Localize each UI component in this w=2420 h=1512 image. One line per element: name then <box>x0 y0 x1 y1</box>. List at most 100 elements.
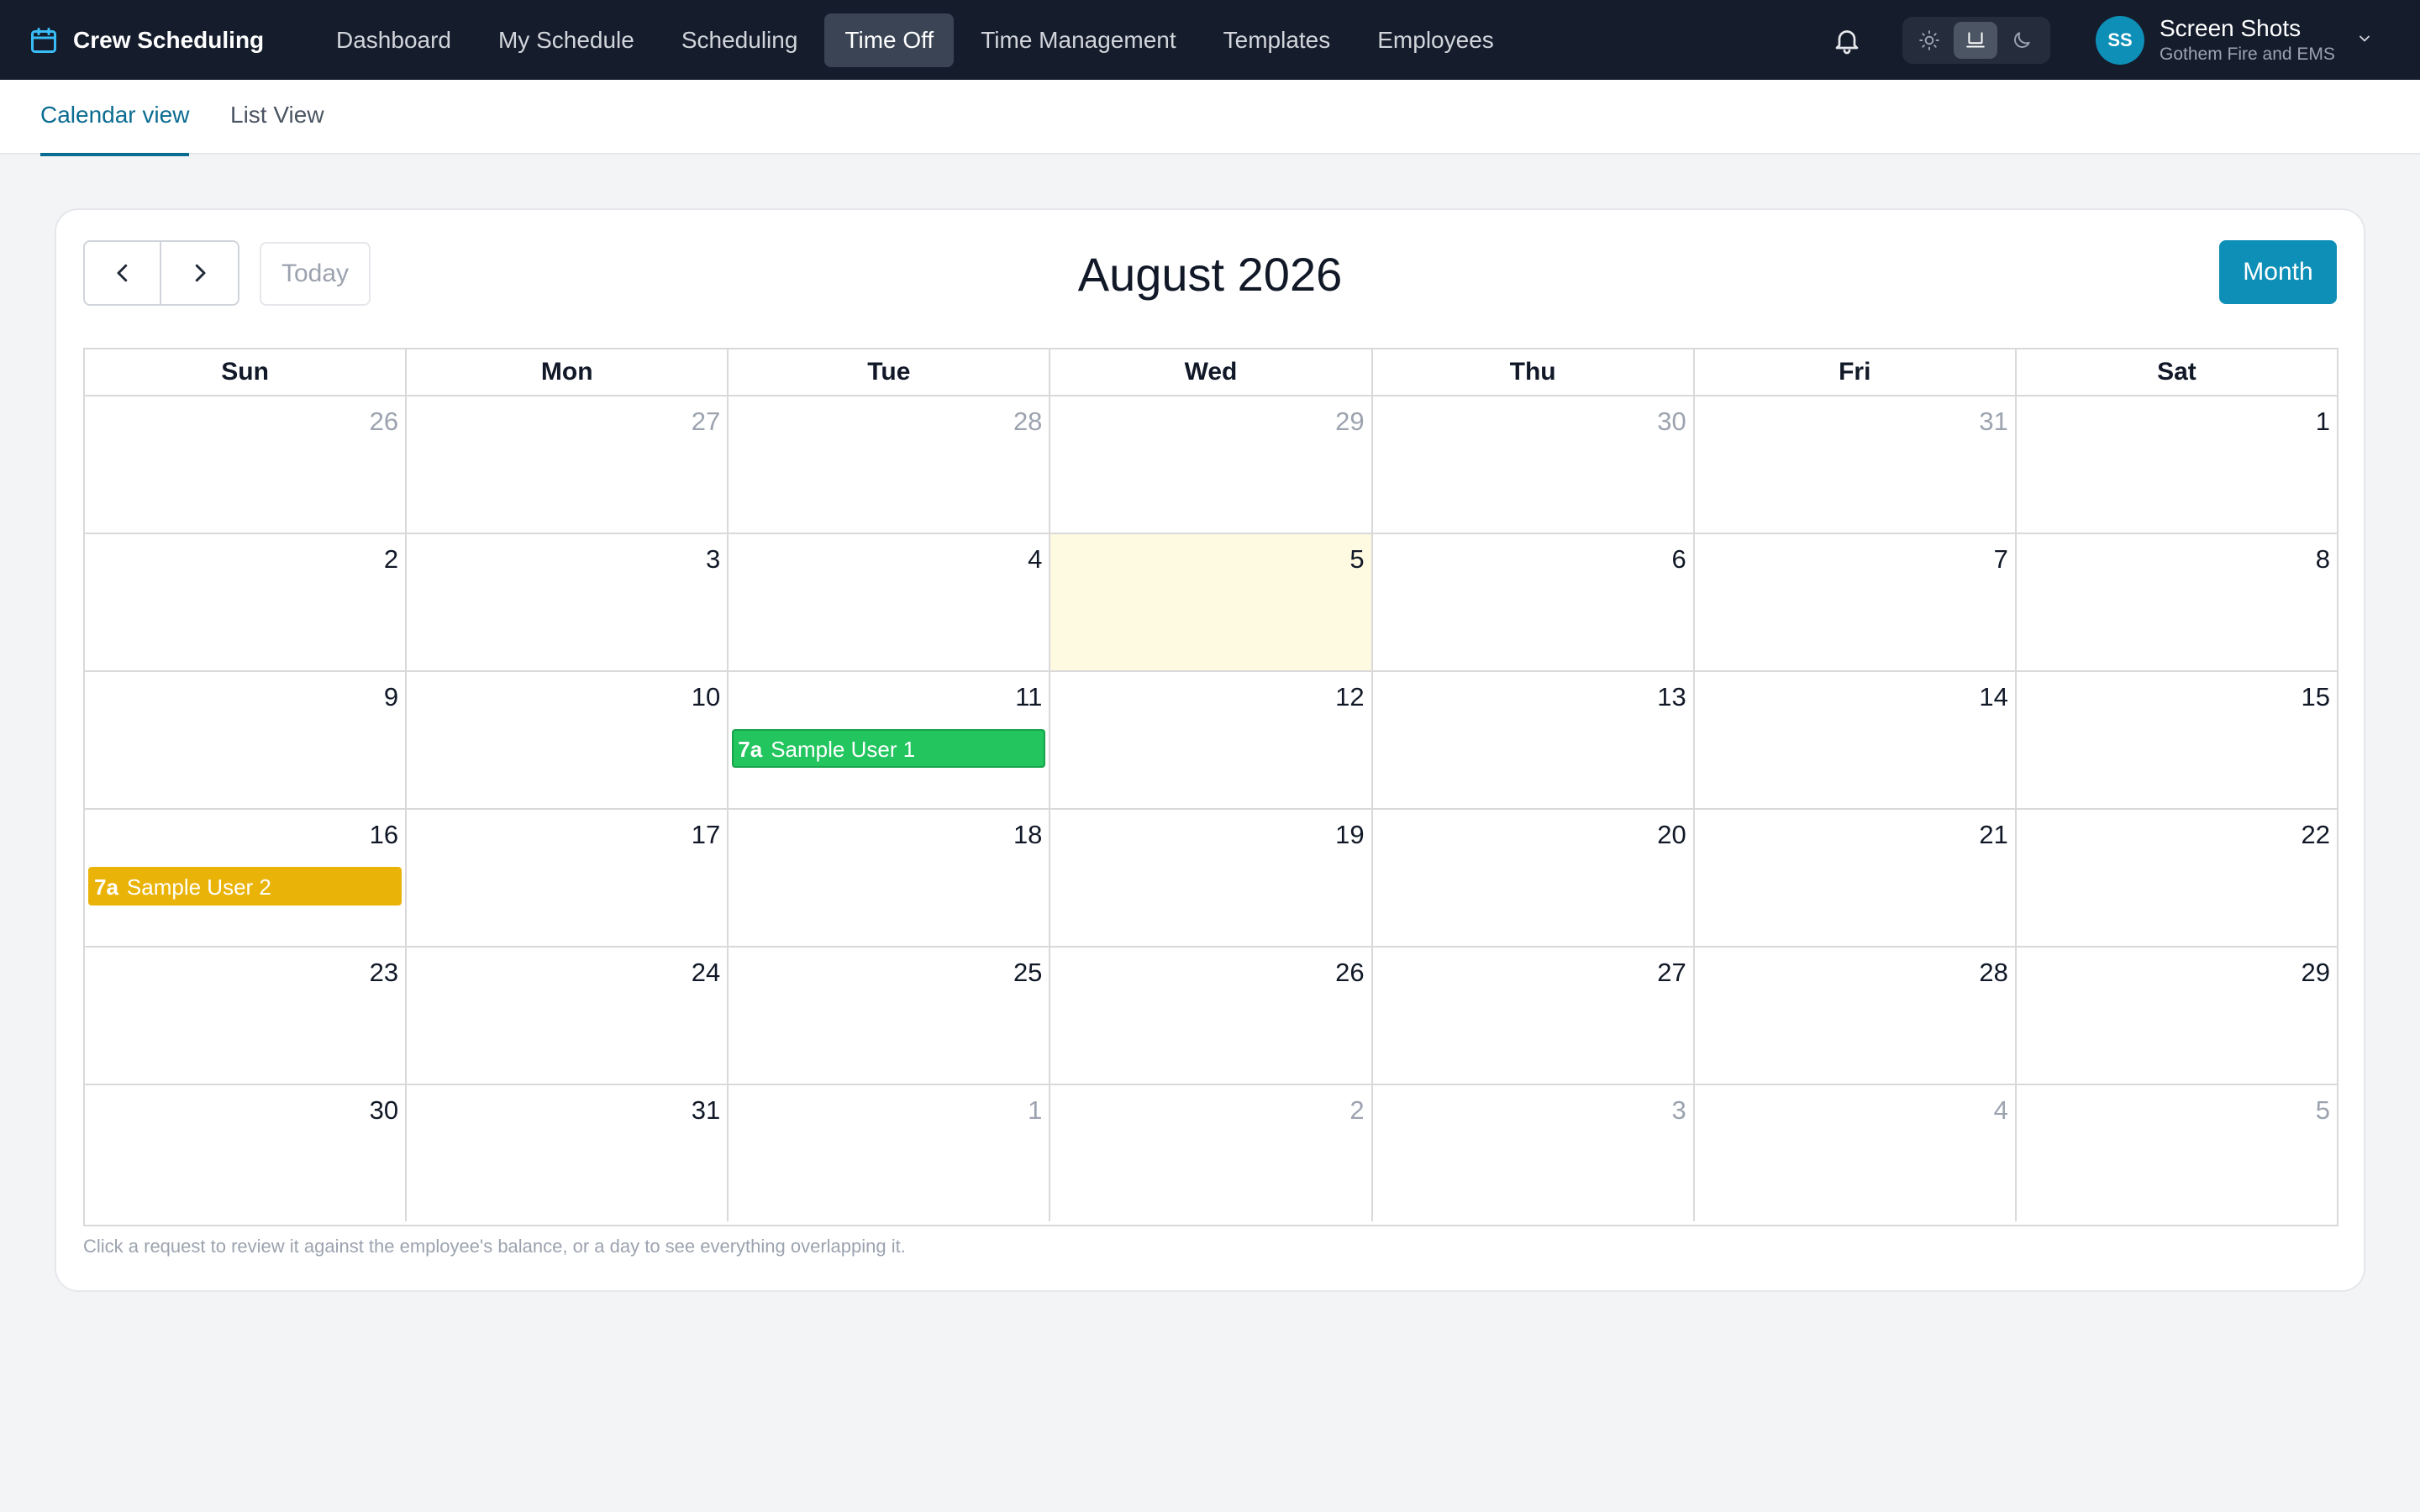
top-navbar: Crew Scheduling Dashboard My Schedule Sc… <box>0 0 2420 80</box>
theme-toggle <box>1902 17 2050 64</box>
day-cell[interactable]: 25 <box>729 948 1051 1084</box>
week-row: 16 7a Sample User 2 17 18 19 20 21 22 <box>85 810 2337 948</box>
day-cell[interactable]: 7 <box>1695 534 2017 670</box>
calendar-card: Today August 2026 Month Sun Mon Tue Wed … <box>55 208 2365 1292</box>
day-number: 26 <box>369 407 399 436</box>
day-number: 28 <box>1013 407 1043 436</box>
day-cell[interactable]: 19 <box>1050 810 1373 946</box>
week-row: 9 10 11 7a Sample User 1 12 13 14 15 <box>85 672 2337 810</box>
user-info: Screen Shots Gothem Fire and EMS <box>2160 14 2335 66</box>
day-cell[interactable]: 24 <box>407 948 729 1084</box>
nav-item-employees[interactable]: Employees <box>1357 13 1514 67</box>
time-off-event[interactable]: 7a Sample User 2 <box>88 867 402 906</box>
day-cell[interactable]: 1 <box>2017 396 2337 533</box>
day-number: 30 <box>369 1095 399 1125</box>
brand[interactable]: Crew Scheduling <box>29 0 264 80</box>
sun-icon <box>1919 30 1940 50</box>
moon-icon <box>2013 32 2030 48</box>
day-cell[interactable]: 13 <box>1373 672 1695 808</box>
weekday-wed: Wed <box>1050 349 1373 395</box>
weekday-sat: Sat <box>2157 358 2196 386</box>
day-cell[interactable]: 30 <box>1373 396 1695 533</box>
theme-light-button[interactable] <box>1907 22 1952 59</box>
theme-dark-button[interactable] <box>1999 22 2044 59</box>
day-cell[interactable]: 26 <box>85 396 408 533</box>
weekday-header: Sun Mon Tue Wed Thu Fri Sat <box>85 349 2337 396</box>
day-cell[interactable]: 29 <box>1050 396 1373 533</box>
day-cell[interactable]: 29 <box>2017 948 2337 1084</box>
nav-item-templates[interactable]: Templates <box>1203 13 1351 67</box>
week-row: 23 24 25 26 27 28 29 <box>85 948 2337 1085</box>
day-cell[interactable]: 27 <box>1373 948 1695 1084</box>
theme-system-button[interactable] <box>1953 22 1998 59</box>
weekday-mon: Mon <box>407 349 729 395</box>
event-time: 7a <box>94 874 118 900</box>
nav-item-time-management[interactable]: Time Management <box>960 13 1196 67</box>
day-cell[interactable]: 18 <box>729 810 1051 946</box>
day-cell[interactable]: 1 <box>729 1085 1051 1221</box>
day-number: 8 <box>2315 544 2330 574</box>
nav-item-time-off[interactable]: Time Off <box>824 13 955 67</box>
day-cell[interactable]: 27 <box>407 396 729 533</box>
day-number: 22 <box>2301 820 2330 849</box>
weekday-tue: Tue <box>729 349 1051 395</box>
user-menu[interactable]: SS Screen Shots Gothem Fire and EMS <box>2096 13 2335 67</box>
day-cell[interactable]: 2 <box>85 534 408 670</box>
tab-list-view[interactable]: List View <box>230 80 324 155</box>
day-cell[interactable]: 17 <box>407 810 729 946</box>
event-title: Sample User 1 <box>771 737 916 762</box>
nav-item-dashboard[interactable]: Dashboard <box>316 13 471 67</box>
day-number: 11 <box>1015 682 1043 711</box>
user-org: Gothem Fire and EMS <box>2160 45 2335 64</box>
avatar: SS <box>2096 16 2144 65</box>
nav-item-scheduling[interactable]: Scheduling <box>661 13 818 67</box>
day-cell-today[interactable]: 5 <box>1050 534 1373 670</box>
day-number: 23 <box>369 958 399 987</box>
day-number: 3 <box>706 544 721 574</box>
day-cell[interactable]: 14 <box>1695 672 2017 808</box>
day-number: 21 <box>1979 820 2008 849</box>
day-cell[interactable]: 16 7a Sample User 2 <box>85 810 408 946</box>
day-cell[interactable]: 6 <box>1373 534 1695 670</box>
day-cell[interactable]: 21 <box>1695 810 2017 946</box>
day-number: 10 <box>691 682 721 711</box>
day-cell[interactable]: 10 <box>407 672 729 808</box>
day-number: 2 <box>383 544 399 574</box>
event-title: Sample User 2 <box>126 874 271 900</box>
day-cell[interactable]: 23 <box>85 948 408 1084</box>
nav-item-my-schedule[interactable]: My Schedule <box>478 13 655 67</box>
day-cell[interactable]: 26 <box>1050 948 1373 1084</box>
view-tabs: Calendar view List View <box>0 80 2420 156</box>
month-grid: Sun Mon Tue Wed Thu Fri Sat 26 27 28 29 30 31… <box>83 348 2338 1226</box>
tab-calendar-view[interactable]: Calendar view <box>40 80 190 156</box>
day-cell[interactable]: 15 <box>2017 672 2337 808</box>
chevron-down-icon[interactable] <box>2356 30 2373 47</box>
day-cell[interactable]: 8 <box>2017 534 2337 670</box>
day-cell[interactable]: 22 <box>2017 810 2337 946</box>
day-cell[interactable]: 12 <box>1050 672 1373 808</box>
day-number: 29 <box>1335 407 1365 436</box>
day-cell[interactable]: 4 <box>1695 1085 2017 1221</box>
day-cell[interactable]: 4 <box>729 534 1051 670</box>
day-cell[interactable]: 20 <box>1373 810 1695 946</box>
day-number: 2 <box>1349 1095 1365 1125</box>
month-view-button[interactable]: Month <box>2219 240 2337 304</box>
day-cell[interactable]: 5 <box>2017 1085 2337 1221</box>
day-number: 17 <box>691 820 721 849</box>
day-cell[interactable]: 31 <box>1695 396 2017 533</box>
day-cell[interactable]: 3 <box>407 534 729 670</box>
day-cell[interactable]: 30 <box>85 1085 408 1221</box>
bell-icon[interactable] <box>1832 25 1862 55</box>
day-cell[interactable]: 3 <box>1373 1085 1695 1221</box>
day-cell[interactable]: 31 <box>407 1085 729 1221</box>
week-row: 30 31 1 2 3 4 5 <box>85 1085 2337 1221</box>
week-row: 26 27 28 29 30 31 1 <box>85 396 2337 534</box>
day-cell[interactable]: 28 <box>729 396 1051 533</box>
day-cell[interactable]: 28 <box>1695 948 2017 1084</box>
time-off-event[interactable]: 7a Sample User 1 <box>732 729 1046 768</box>
day-cell[interactable]: 11 7a Sample User 1 <box>729 672 1051 808</box>
day-cell[interactable]: 2 <box>1050 1085 1373 1221</box>
day-cell[interactable]: 9 <box>85 672 408 808</box>
day-number: 29 <box>2301 958 2330 987</box>
monitor-icon <box>1966 32 1985 48</box>
